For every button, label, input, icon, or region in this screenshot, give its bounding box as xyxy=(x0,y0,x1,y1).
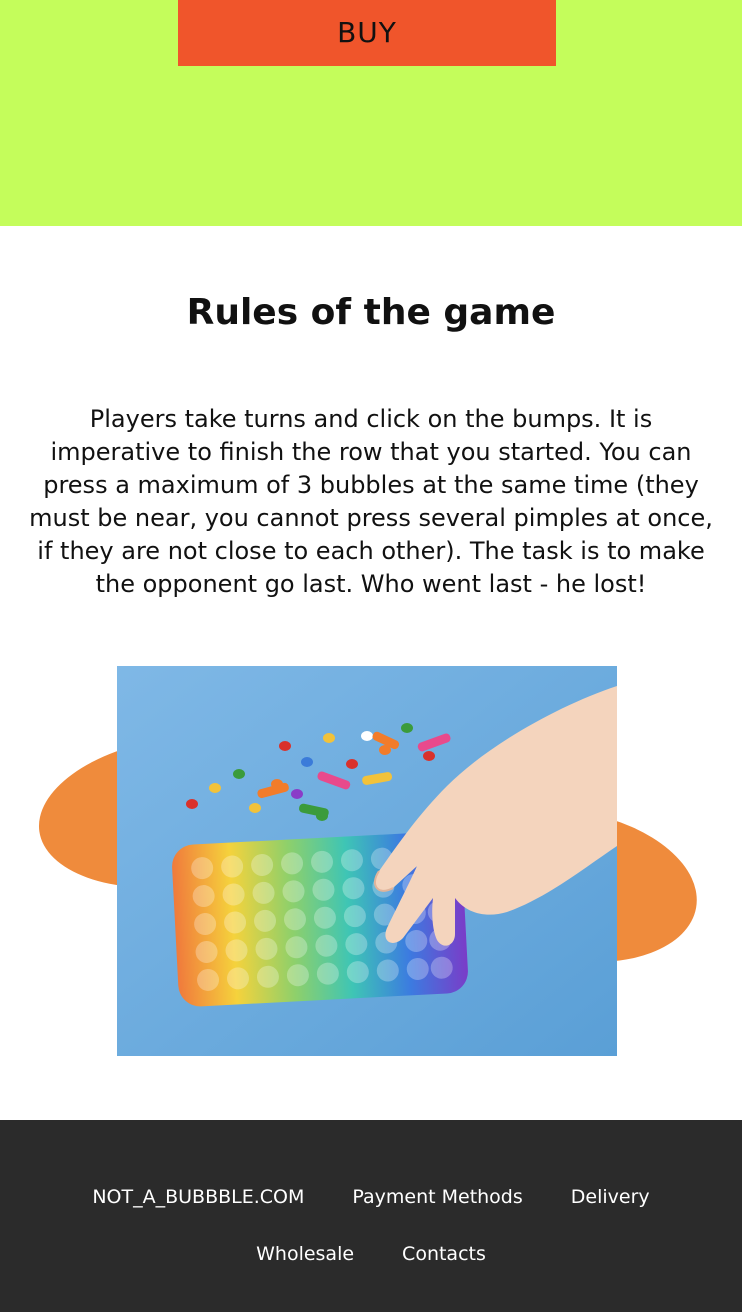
footer-link-payment-methods[interactable]: Payment Methods xyxy=(352,1182,522,1212)
rules-title: Rules of the game xyxy=(186,292,556,333)
pop-it-toy-photo xyxy=(117,666,617,1056)
buy-button[interactable]: BUY xyxy=(178,0,556,66)
footer-nav-row-1: NOT_A_BUBBBLE.COM Payment Methods Delive… xyxy=(0,1182,742,1212)
hero-section: BUY xyxy=(0,0,742,226)
footer-nav-row-2: Wholesale Contacts xyxy=(0,1239,742,1269)
footer-link-contacts[interactable]: Contacts xyxy=(402,1239,486,1269)
footer-link-wholesale[interactable]: Wholesale xyxy=(256,1239,354,1269)
footer-link-site[interactable]: NOT_A_BUBBBLE.COM xyxy=(92,1182,304,1212)
rules-text: Players take turns and click on the bump… xyxy=(29,405,713,598)
footer-link-delivery[interactable]: Delivery xyxy=(571,1182,650,1212)
footer xyxy=(0,1120,742,1312)
